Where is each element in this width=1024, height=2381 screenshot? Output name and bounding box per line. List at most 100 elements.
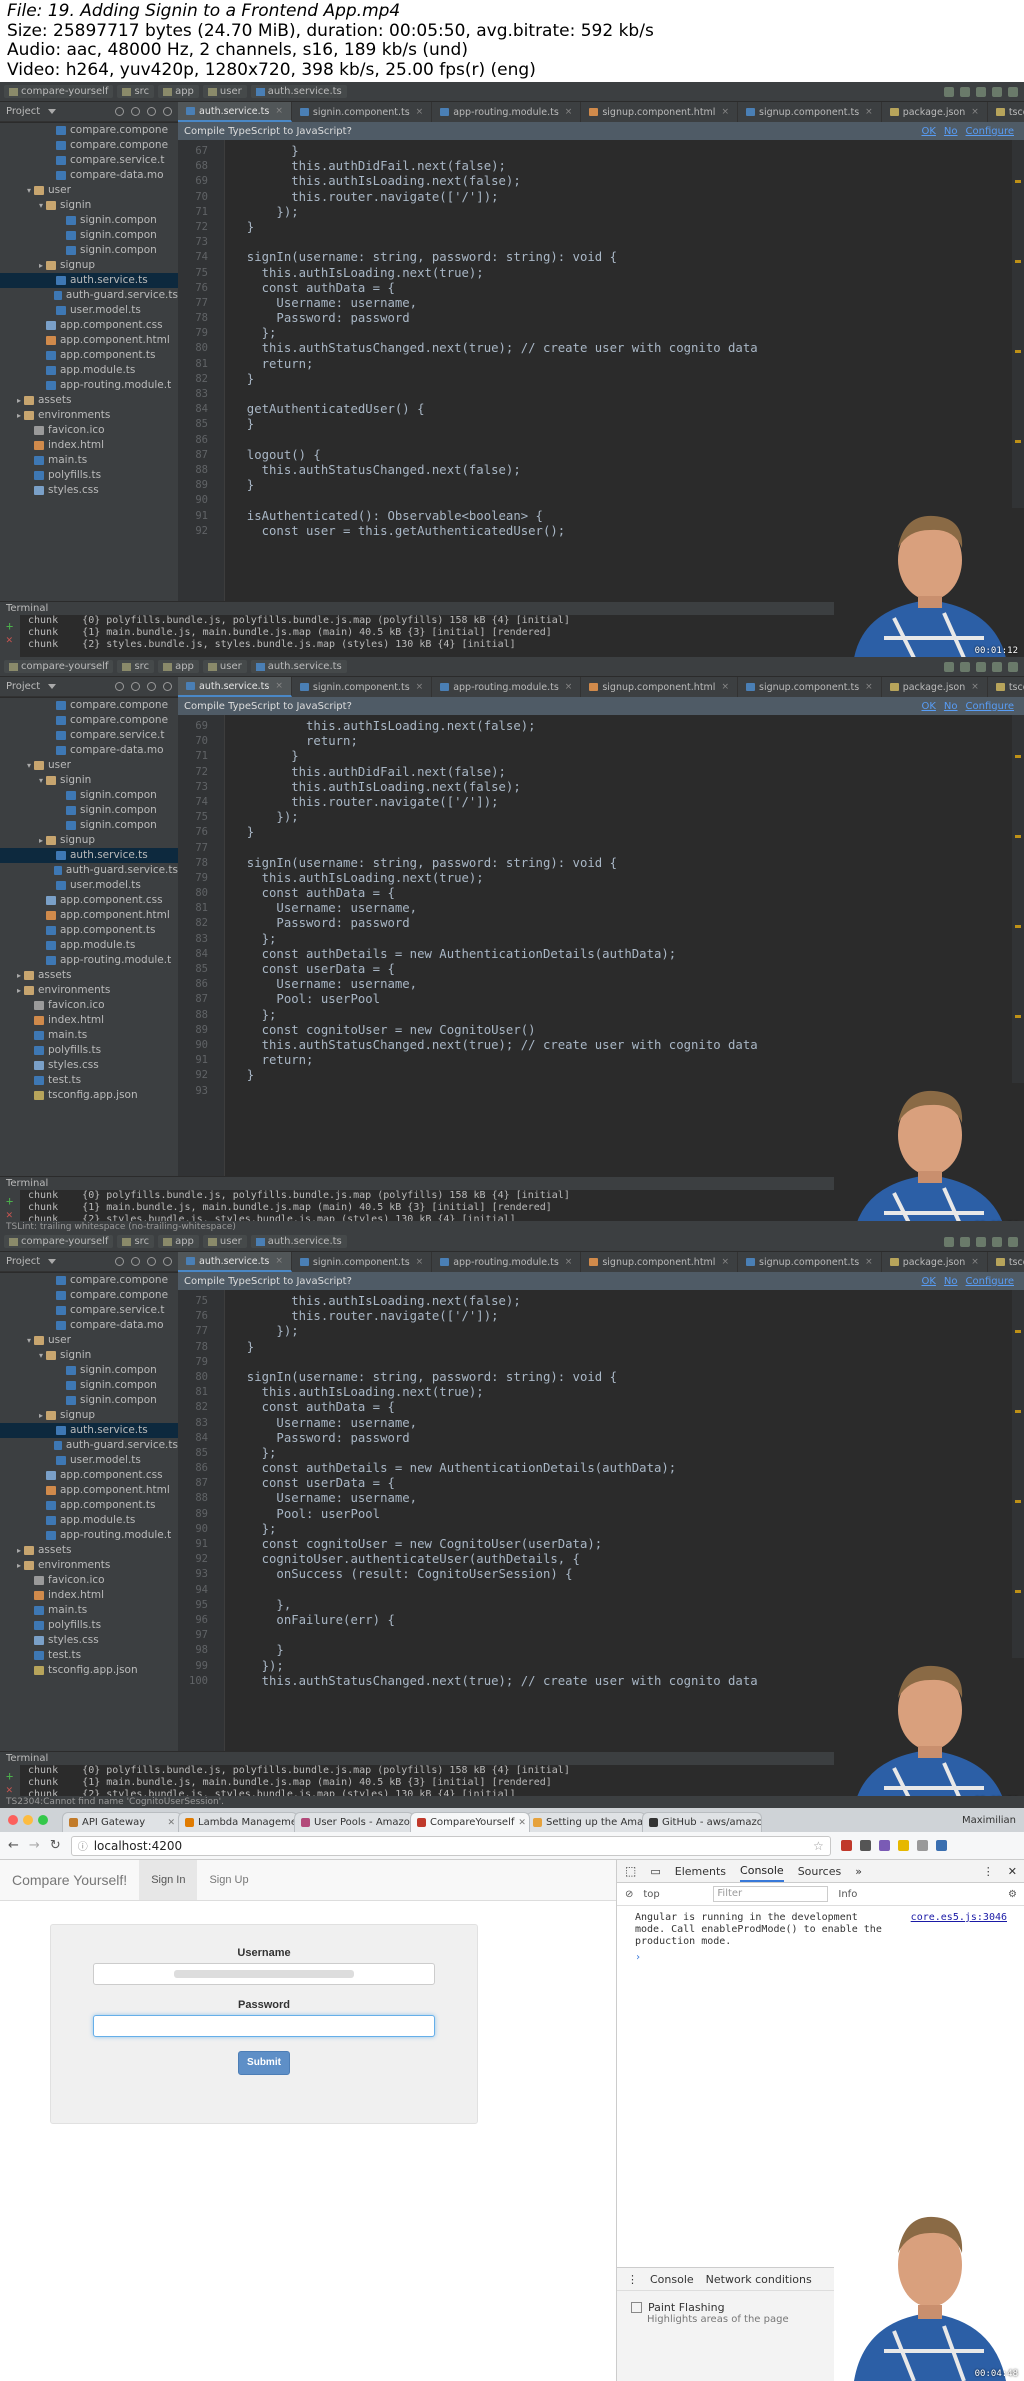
close-terminal-icon[interactable]: ✕ <box>6 1208 13 1221</box>
tree-item[interactable]: auth-guard.service.ts <box>0 288 178 303</box>
dropdown-arrow-icon[interactable] <box>48 684 57 689</box>
tree-item[interactable]: compare.compone <box>0 123 178 138</box>
tree-item[interactable]: ▸ environments <box>0 1558 178 1573</box>
run-config-icon[interactable] <box>944 1236 954 1247</box>
drawer-tab-console[interactable]: Console <box>650 2273 694 2286</box>
expand-arrow-icon[interactable]: ▸ <box>36 258 46 273</box>
warning-marker[interactable] <box>1015 1330 1021 1333</box>
run-config-icon[interactable] <box>944 661 954 672</box>
tree-item[interactable]: app.component.ts <box>0 923 178 938</box>
back-icon[interactable]: ← <box>8 1838 19 1853</box>
context-select[interactable]: top <box>643 1889 703 1900</box>
expand-arrow-icon[interactable]: ▸ <box>14 393 24 408</box>
breadcrumb-item[interactable]: src <box>117 85 155 98</box>
clear-console-icon[interactable]: ⊘ <box>625 1889 633 1900</box>
run-icon[interactable] <box>960 661 970 672</box>
tree-item[interactable]: tsconfig.app.json <box>0 1088 178 1103</box>
browser-tab[interactable]: API Gateway ✕ <box>62 1812 182 1832</box>
close-tab-icon[interactable]: × <box>971 682 979 692</box>
tree-item[interactable]: app-routing.module.t <box>0 953 178 968</box>
filter-input[interactable]: Filter <box>713 1886 829 1902</box>
close-tab-icon[interactable]: × <box>565 682 573 692</box>
tree-item[interactable]: polyfills.ts <box>0 1043 178 1058</box>
tree-item[interactable]: test.ts <box>0 1648 178 1663</box>
editor-tab[interactable]: signup.component.ts × <box>738 1252 882 1272</box>
tree-item[interactable]: tsconfig.app.json <box>0 1663 178 1678</box>
tree-item[interactable]: favicon.ico <box>0 1573 178 1588</box>
tree-item[interactable]: ▸ signup <box>0 1408 178 1423</box>
warning-marker[interactable] <box>1015 350 1021 353</box>
maximize-window-icon[interactable] <box>38 1815 48 1825</box>
warning-marker[interactable] <box>1015 755 1021 758</box>
expand-arrow-icon[interactable]: ▸ <box>36 1408 46 1423</box>
drawer-tab-network-conditions[interactable]: Network conditions <box>706 2273 812 2286</box>
browser-tab[interactable]: GitHub - aws/amazon✕ <box>642 1812 762 1832</box>
collapse-icon[interactable] <box>131 1257 140 1266</box>
new-terminal-icon[interactable]: + <box>6 619 13 633</box>
breadcrumb-item[interactable]: user <box>202 1235 247 1248</box>
tree-item[interactable]: ▸ assets <box>0 1543 178 1558</box>
close-window-icon[interactable] <box>8 1815 18 1825</box>
editor-tab[interactable]: signup.component.html × <box>581 1252 738 1272</box>
editor-tab[interactable]: package.json × <box>882 1252 988 1272</box>
close-tab-icon[interactable]: ✕ <box>518 1813 526 1832</box>
checkbox-icon[interactable] <box>631 2302 642 2313</box>
tree-item[interactable]: signin.compon <box>0 1363 178 1378</box>
hide-icon[interactable] <box>163 107 172 116</box>
tree-item[interactable]: app.component.css <box>0 318 178 333</box>
debug-icon[interactable] <box>976 661 986 672</box>
tree-item[interactable]: compare.compone <box>0 138 178 153</box>
editor-tab[interactable]: app-routing.module.ts × <box>432 1252 582 1272</box>
tree-item[interactable]: styles.css <box>0 1633 178 1648</box>
tree-item[interactable]: main.ts <box>0 1603 178 1618</box>
tree-item[interactable]: ▾ signin <box>0 198 178 213</box>
editor-tab[interactable]: signin.component.ts × <box>292 102 433 122</box>
url-input[interactable]: ⓘ localhost:4200 ☆ <box>70 1835 831 1856</box>
close-tab-icon[interactable]: × <box>275 681 283 691</box>
inspect-icon[interactable]: ⬚ <box>625 1864 636 1878</box>
breadcrumb-item[interactable]: compare-yourself <box>4 1235 114 1248</box>
tree-item[interactable]: compare.compone <box>0 1273 178 1288</box>
tree-item[interactable]: ▸ signup <box>0 833 178 848</box>
editor-tab[interactable]: auth.service.ts × <box>178 1252 292 1272</box>
tree-item[interactable]: styles.css <box>0 483 178 498</box>
tree-item[interactable]: compare.compone <box>0 1288 178 1303</box>
extension-icon[interactable] <box>878 1840 890 1851</box>
tree-item[interactable]: auth.service.ts <box>0 273 178 288</box>
project-label[interactable]: Project <box>6 106 40 117</box>
stop-icon[interactable] <box>992 661 1002 672</box>
new-terminal-icon[interactable]: + <box>6 1194 13 1208</box>
close-tab-icon[interactable]: × <box>275 106 283 116</box>
breadcrumb-item[interactable]: compare-yourself <box>4 85 114 98</box>
tree-item[interactable]: ▸ signup <box>0 258 178 273</box>
tree-item[interactable]: ▸ assets <box>0 393 178 408</box>
gear-icon[interactable] <box>147 1257 156 1266</box>
search-icon[interactable] <box>1008 661 1018 672</box>
tree-item[interactable]: compare-data.mo <box>0 1318 178 1333</box>
tree-item[interactable]: app-routing.module.t <box>0 378 178 393</box>
tree-item[interactable]: main.ts <box>0 453 178 468</box>
close-tab-icon[interactable]: × <box>416 682 424 692</box>
warning-marker[interactable] <box>1015 1500 1021 1503</box>
run-icon[interactable] <box>960 86 970 97</box>
device-toggle-icon[interactable]: ▭ <box>650 1865 660 1878</box>
tree-item[interactable]: auth.service.ts <box>0 848 178 863</box>
tree-item[interactable]: auth-guard.service.ts <box>0 1438 178 1453</box>
tab-sources[interactable]: Sources <box>798 1865 842 1878</box>
ok-link[interactable]: OK <box>921 701 935 712</box>
bookmark-star-icon[interactable]: ☆ <box>813 1839 824 1853</box>
tree-item[interactable]: styles.css <box>0 1058 178 1073</box>
expand-arrow-icon[interactable]: ▾ <box>24 183 34 198</box>
configure-link[interactable]: Configure <box>966 701 1014 712</box>
tree-item[interactable]: app.component.ts <box>0 1498 178 1513</box>
extension-icon[interactable] <box>840 1840 852 1851</box>
configure-link[interactable]: Configure <box>966 1276 1014 1287</box>
debug-icon[interactable] <box>976 1236 986 1247</box>
stop-icon[interactable] <box>992 86 1002 97</box>
warning-marker[interactable] <box>1015 1410 1021 1413</box>
tree-item[interactable]: polyfills.ts <box>0 468 178 483</box>
sync-icon[interactable] <box>115 682 124 691</box>
editor-tab[interactable]: signin.component.ts × <box>292 677 433 697</box>
close-tab-icon[interactable]: × <box>865 107 873 117</box>
tree-item[interactable]: app.component.css <box>0 1468 178 1483</box>
